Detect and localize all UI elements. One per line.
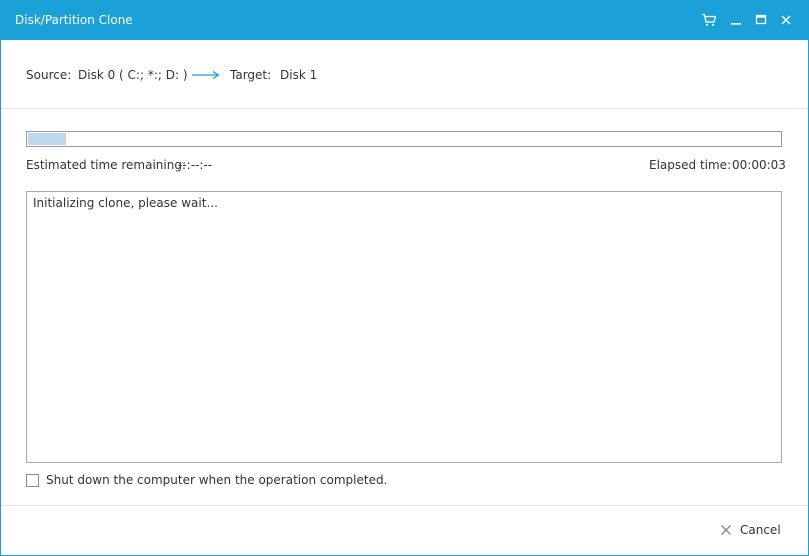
footer-divider [1, 505, 808, 506]
source-label: Source: [26, 68, 72, 82]
source-value: Disk 0 ( C:; *:; D: ) [78, 68, 188, 82]
close-icon[interactable] [777, 11, 795, 29]
progress-fill [28, 133, 66, 145]
estimated-time-value: --:--:-- [178, 158, 213, 172]
estimated-time-label: Estimated time remaining: [26, 158, 186, 172]
clone-dialog: Disk/Partition Clone Source: Disk 0 (C:… [0, 0, 809, 556]
log-line: Initializing clone, please wait... [33, 196, 218, 210]
shutdown-label: Shut down the computer when the operatio… [46, 473, 388, 487]
shutdown-option[interactable]: Shut down the computer when the operatio… [26, 473, 387, 487]
target-label: Target: [230, 68, 272, 82]
window-title: Disk/Partition Clone [15, 13, 133, 27]
cart-icon[interactable] [700, 11, 718, 29]
progress-bar [26, 131, 782, 147]
source-target-row: Source: Disk 0 ( C:; *:; D: ) Target: Di… [1, 41, 808, 109]
minimize-icon[interactable] [727, 11, 745, 29]
elapsed-time-value: 00:00:03 [732, 158, 786, 172]
title-bar[interactable]: Disk/Partition Clone [1, 1, 808, 40]
log-area[interactable]: Initializing clone, please wait... [26, 191, 782, 463]
cancel-label: Cancel [740, 523, 781, 537]
arrow-right-icon [192, 69, 220, 83]
maximize-icon[interactable] [752, 11, 770, 29]
target-value: Disk 1 [280, 68, 318, 82]
cancel-icon [720, 524, 732, 536]
shutdown-checkbox[interactable] [26, 473, 39, 487]
elapsed-time-label: Elapsed time: [649, 158, 732, 172]
cancel-button[interactable]: Cancel [720, 523, 781, 537]
